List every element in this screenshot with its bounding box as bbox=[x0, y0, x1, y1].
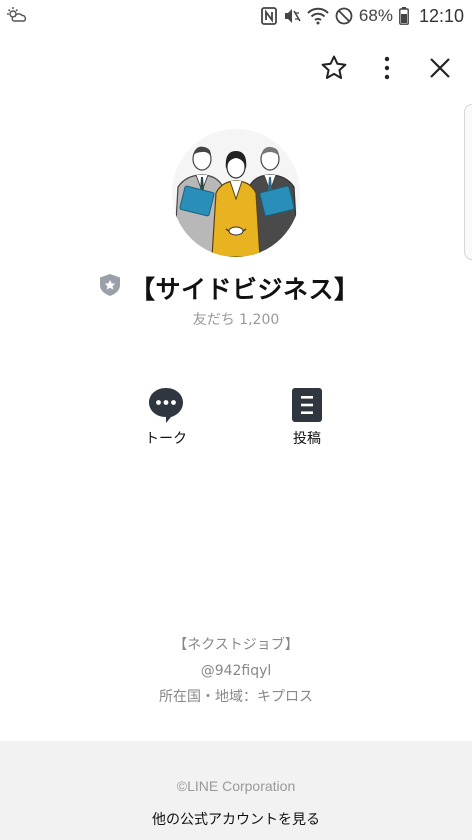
more-options-button[interactable] bbox=[371, 52, 403, 84]
country-region: 所在国・地域：キプロス bbox=[159, 689, 313, 705]
company-name: 【ネクストジョブ】 bbox=[173, 637, 299, 653]
chat-bubble-icon bbox=[149, 388, 183, 423]
account-info: 【ネクストジョブ】 @942fiqyl 所在国・地域：キプロス bbox=[0, 632, 472, 710]
friends-count: 友だち 1,200 bbox=[192, 312, 280, 328]
star-icon bbox=[321, 55, 347, 79]
nfc-icon bbox=[261, 7, 277, 25]
mute-icon bbox=[283, 7, 301, 25]
post-label: 投稿 bbox=[293, 431, 321, 447]
line-id: @942fiqyl bbox=[200, 663, 272, 679]
favorite-button[interactable] bbox=[318, 52, 350, 84]
battery-icon bbox=[399, 7, 409, 25]
battery-percent: 68% bbox=[358, 6, 393, 25]
copyright: ©LINE Corporation bbox=[176, 778, 296, 794]
profile-avatar[interactable] bbox=[172, 129, 300, 257]
status-bar: 68% 12:10 bbox=[0, 0, 472, 32]
post-button[interactable]: 投稿 bbox=[262, 386, 352, 456]
more-vertical-icon bbox=[384, 56, 390, 80]
wifi-icon bbox=[307, 7, 329, 25]
close-icon bbox=[430, 58, 450, 78]
talk-label: トーク bbox=[145, 431, 187, 447]
close-button[interactable] bbox=[424, 52, 456, 84]
clock: 12:10 bbox=[418, 5, 464, 26]
more-official-accounts-link[interactable]: 他の公式アカウントを見る bbox=[0, 809, 472, 829]
do-not-disturb-icon bbox=[335, 7, 353, 25]
account-name: 【サイドビジネス】 bbox=[130, 275, 360, 304]
certified-shield-icon bbox=[99, 273, 121, 297]
talk-button[interactable]: トーク bbox=[121, 386, 211, 456]
footer: ©LINE Corporation 他の公式アカウントを見る bbox=[0, 741, 472, 840]
post-document-icon bbox=[292, 388, 322, 422]
edge-panel-handle[interactable] bbox=[464, 104, 472, 260]
weather-icon bbox=[6, 6, 28, 26]
